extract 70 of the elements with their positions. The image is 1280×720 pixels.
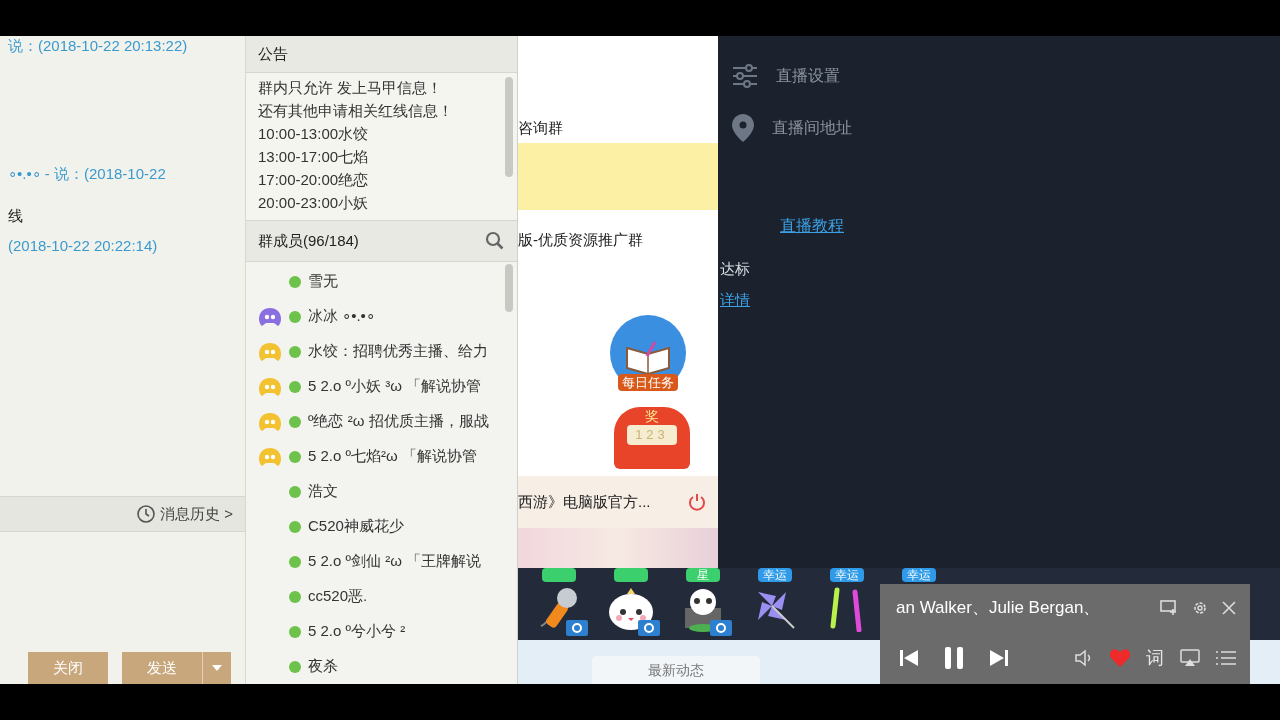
member-item[interactable]: 夜杀 — [246, 649, 517, 684]
members-title: 群成员(96/184) — [258, 230, 359, 251]
gift-tag: 星 — [686, 568, 720, 582]
live-menu-item[interactable]: 直播设置 — [718, 64, 1280, 88]
details-link[interactable]: 详情 — [720, 288, 750, 311]
gift-tag: 幸运 — [902, 568, 936, 582]
daily-task-label: 每日任务 — [618, 374, 678, 391]
location-pin-icon — [732, 114, 754, 142]
pause-icon[interactable] — [944, 646, 964, 670]
online-dot-icon — [288, 589, 302, 604]
camera-icon[interactable] — [566, 620, 588, 636]
member-item[interactable]: 5 2.o º七焰²ω 「解说协管 — [246, 439, 517, 474]
settings-icon[interactable] — [1192, 600, 1208, 616]
online-dot-icon — [288, 624, 302, 639]
gift-tag: 幸运 — [758, 568, 792, 582]
close-icon[interactable] — [1222, 601, 1236, 615]
member-item[interactable]: 冰冰 ∘•.•∘ — [246, 299, 517, 334]
feed-tab[interactable]: 最新动态 — [592, 656, 760, 684]
daily-task-drawing[interactable]: 每日任务 — [610, 315, 686, 391]
notice-line: 13:00-17:00七焰 — [258, 147, 370, 167]
screen-add-icon[interactable] — [1160, 600, 1178, 616]
lyrics-button[interactable]: 词 — [1146, 649, 1164, 667]
member-item[interactable]: 5 2.o º兮小兮 ² — [246, 614, 517, 649]
member-item[interactable]: C520神威花少 — [246, 509, 517, 544]
message-header: (2018-10-22 20:22:14) — [7, 236, 159, 256]
member-item[interactable]: º绝恋 ²ω 招优质主播，服战 — [246, 404, 517, 439]
online-dot-icon — [288, 659, 302, 674]
online-dot-icon — [288, 449, 302, 464]
member-item[interactable]: 5 2.o º剑仙 ²ω 「王牌解说 — [246, 544, 517, 579]
song-title: an Walker、Julie Bergan、 — [896, 597, 1101, 620]
message-header: ∘•.•∘ - 说：(2018-10-22 — [7, 164, 167, 184]
camera-icon[interactable] — [638, 620, 660, 636]
notice-line: 还有其他申请相关红线信息！ — [258, 101, 454, 121]
status-text: 达标 — [720, 259, 750, 279]
member-item[interactable]: 雪无 — [246, 264, 517, 299]
airplay-icon[interactable] — [1180, 649, 1200, 667]
clock-icon — [136, 504, 157, 524]
scrollbar[interactable] — [505, 264, 513, 312]
playlist-icon[interactable] — [1216, 650, 1236, 666]
gift-tag: 幸运 — [830, 568, 864, 582]
search-icon[interactable] — [485, 231, 505, 251]
message-text: 线 — [7, 206, 24, 226]
notice-line: 17:00-20:00绝恋 — [258, 170, 370, 190]
notice-header: 公告 — [246, 36, 517, 73]
online-dot-icon — [288, 309, 302, 324]
online-dot-icon — [288, 484, 302, 499]
online-dot-icon — [288, 519, 302, 534]
online-dot-icon — [288, 344, 302, 359]
live-menu-item[interactable]: 直播间地址 — [718, 114, 1280, 142]
member-item[interactable]: 水饺：招聘优秀主播、给力 — [246, 334, 517, 369]
notice-line: 10:00-13:00水饺 — [258, 124, 370, 144]
bun-gift-icon[interactable] — [607, 586, 655, 632]
previous-icon[interactable] — [900, 649, 918, 667]
online-dot-icon — [288, 554, 302, 569]
next-icon[interactable] — [990, 649, 1008, 667]
settings-icon — [732, 64, 758, 88]
scrollbar[interactable] — [505, 77, 513, 177]
member-item[interactable]: cc520恶. — [246, 579, 517, 614]
camera-icon[interactable] — [710, 620, 732, 636]
member-item[interactable]: 5 2.o º小妖 ³ω 「解说协管 — [246, 369, 517, 404]
member-item[interactable]: 浩文 — [246, 474, 517, 509]
online-dot-icon — [288, 274, 302, 289]
online-dot-icon — [288, 414, 302, 429]
notice-line: 群内只允许 发上马甲信息！ — [258, 78, 444, 98]
tutorial-link[interactable]: 直播教程 — [780, 214, 844, 238]
notice-line: 20:00-23:00小妖 — [258, 193, 370, 213]
online-dot-icon — [288, 379, 302, 394]
power-icon[interactable] — [688, 493, 706, 511]
message-header: 说：(2018-10-22 20:13:22) — [7, 36, 189, 56]
book-icon — [625, 340, 671, 374]
